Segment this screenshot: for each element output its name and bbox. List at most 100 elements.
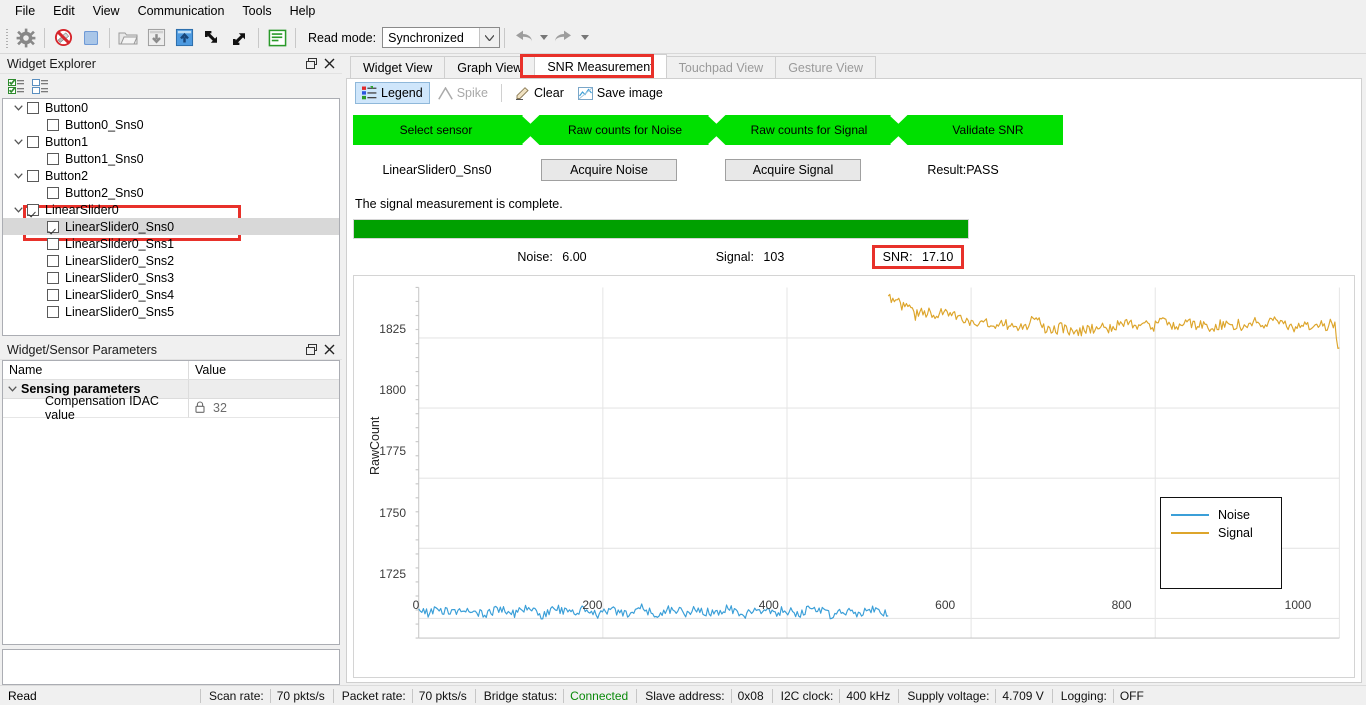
- application-window: FileEditViewCommunicationToolsHelp: [0, 0, 1366, 705]
- legend-label: Signal: [1218, 525, 1253, 540]
- download-icon[interactable]: [142, 25, 170, 51]
- open-folder-icon[interactable]: [114, 25, 142, 51]
- chevron-down-icon[interactable]: [9, 138, 27, 145]
- tree-checkbox[interactable]: [47, 254, 59, 267]
- legend-button[interactable]: Legend: [355, 82, 430, 104]
- chart-toolbar-label: Spike: [456, 86, 488, 100]
- tab-snr-measurement[interactable]: SNR Measurement: [534, 54, 667, 78]
- tree-item-linearslider0_sns4[interactable]: LinearSlider0_Sns4: [3, 286, 339, 303]
- wizard-step-4[interactable]: Validate SNR: [913, 115, 1063, 145]
- tree-checkbox[interactable]: [47, 237, 59, 250]
- menu-item-file[interactable]: File: [6, 1, 44, 21]
- float-icon[interactable]: [302, 56, 320, 72]
- wizard-step-label: Select sensor: [399, 123, 473, 137]
- widget-explorer-title: Widget Explorer: [7, 56, 96, 71]
- undo-icon[interactable]: [509, 25, 537, 51]
- tab-graph-view[interactable]: Graph View: [444, 56, 536, 78]
- tree-item-linearslider0_sns1[interactable]: LinearSlider0_Sns1: [3, 235, 339, 252]
- menu-item-tools[interactable]: Tools: [233, 1, 280, 21]
- menu-item-edit[interactable]: Edit: [44, 1, 84, 21]
- tree-checkbox[interactable]: [47, 118, 59, 131]
- tree-checkbox[interactable]: [47, 271, 59, 284]
- left-dock: Widget Explorer Button0 Button0_Sns0 But…: [0, 54, 342, 685]
- acquire-noise-button[interactable]: Acquire Noise: [541, 159, 677, 181]
- noise-metric: Noise: 6.00: [447, 250, 657, 264]
- disconnect-icon[interactable]: [49, 25, 77, 51]
- tree-item-button1[interactable]: Button1: [3, 133, 339, 150]
- tree-item-label: LinearSlider0_Sns4: [65, 287, 175, 302]
- clear-button[interactable]: Clear: [509, 83, 570, 103]
- legend-icon: [362, 86, 377, 100]
- close-icon[interactable]: [320, 56, 338, 72]
- chevron-down-icon[interactable]: [9, 206, 27, 213]
- tree-checkbox[interactable]: [27, 135, 39, 148]
- tree-item-button0[interactable]: Button0: [3, 99, 339, 116]
- log-icon[interactable]: [263, 25, 291, 51]
- uncheck-all-icon[interactable]: [31, 77, 49, 95]
- metrics-row: Noise: 6.00 Signal: 103 SNR: 17.10: [347, 245, 1361, 269]
- undo-dropdown-icon[interactable]: [537, 25, 550, 51]
- tab-widget-view[interactable]: Widget View: [350, 56, 446, 78]
- tree-checkbox[interactable]: [47, 288, 59, 301]
- main-body: Widget Explorer Button0 Button0_Sns0 But…: [0, 54, 1366, 685]
- status-value: 400 kHz: [846, 688, 891, 703]
- toolbar-separator: [295, 27, 296, 48]
- tree-item-linearslider0_sns2[interactable]: LinearSlider0_Sns2: [3, 252, 339, 269]
- legend-label: Noise: [1218, 507, 1250, 522]
- wizard-step-3[interactable]: Raw counts for Signal: [731, 115, 887, 145]
- tree-item-linearslider0_sns0[interactable]: LinearSlider0_Sns0: [3, 218, 339, 235]
- redo-icon[interactable]: [550, 25, 578, 51]
- param-row[interactable]: Compensation IDAC value 32: [3, 394, 339, 422]
- status-key: Packet rate:: [341, 688, 406, 703]
- float-icon[interactable]: [302, 342, 320, 358]
- tree-item-linearslider0_sns5[interactable]: LinearSlider0_Sns5: [3, 303, 339, 320]
- tree-checkbox[interactable]: [47, 152, 59, 165]
- tree-checkbox[interactable]: [47, 305, 59, 318]
- chevron-down-icon[interactable]: [9, 104, 27, 111]
- snr-label: SNR:: [882, 250, 913, 264]
- toolbar-grip[interactable]: [4, 26, 10, 49]
- tree-checkbox[interactable]: [47, 220, 59, 233]
- status-bridge-status: Bridge status: Connected: [476, 686, 636, 705]
- check-all-icon[interactable]: [7, 77, 25, 95]
- tree-checkbox[interactable]: [27, 203, 39, 216]
- wizard-step-1[interactable]: Select sensor: [353, 115, 519, 145]
- tree-item-button1_sns0[interactable]: Button1_Sns0: [3, 150, 339, 167]
- chevron-down-icon[interactable]: [9, 172, 27, 179]
- tree-item-button2[interactable]: Button2: [3, 167, 339, 184]
- menu-item-communication[interactable]: Communication: [129, 1, 234, 21]
- menu-item-view[interactable]: View: [84, 1, 129, 21]
- export-icon[interactable]: [226, 25, 254, 51]
- close-icon[interactable]: [320, 342, 338, 358]
- tree-checkbox[interactable]: [27, 169, 39, 182]
- status-message: The signal measurement is complete.: [355, 197, 563, 211]
- status-separator: [730, 688, 732, 703]
- rawcount-chart[interactable]: RawCount Noise Signal 1725 1750 1775 1800 182…: [353, 275, 1355, 678]
- chevron-down-icon[interactable]: [479, 28, 500, 47]
- status-value: 70 pkts/s: [276, 688, 325, 703]
- upload-icon[interactable]: [170, 25, 198, 51]
- chevron-down-icon[interactable]: [3, 386, 21, 392]
- tree-item-linearslider0[interactable]: LinearSlider0: [3, 201, 339, 218]
- tree-item-label: Button2: [45, 168, 89, 183]
- wizard-step-2[interactable]: Raw counts for Noise: [545, 115, 705, 145]
- stop-icon[interactable]: [77, 25, 105, 51]
- redo-dropdown-icon[interactable]: [578, 25, 591, 51]
- read-mode-select[interactable]: Synchronized: [382, 27, 501, 48]
- tree-checkbox[interactable]: [27, 101, 39, 114]
- menu-item-help[interactable]: Help: [281, 1, 325, 21]
- widget-sensor-parameters-grid[interactable]: Name Value Sensing parameters Compensatio…: [2, 360, 340, 645]
- tree-checkbox[interactable]: [47, 186, 59, 199]
- status-key: Supply voltage:: [907, 688, 990, 703]
- toolbar-separator: [109, 27, 110, 48]
- save-image-button[interactable]: Save image: [572, 83, 669, 103]
- settings-gear-icon[interactable]: [12, 25, 40, 51]
- status-value: Connected: [570, 688, 629, 703]
- tree-item-linearslider0_sns3[interactable]: LinearSlider0_Sns3: [3, 269, 339, 286]
- tree-item-button0_sns0[interactable]: Button0_Sns0: [3, 116, 339, 133]
- widget-explorer-tree[interactable]: Button0 Button0_Sns0 Button1 Button1_Sns0 Bu…: [2, 98, 340, 336]
- import-icon[interactable]: [198, 25, 226, 51]
- noise-value: 6.00: [562, 250, 587, 264]
- acquire-signal-button[interactable]: Acquire Signal: [725, 159, 861, 181]
- tree-item-button2_sns0[interactable]: Button2_Sns0: [3, 184, 339, 201]
